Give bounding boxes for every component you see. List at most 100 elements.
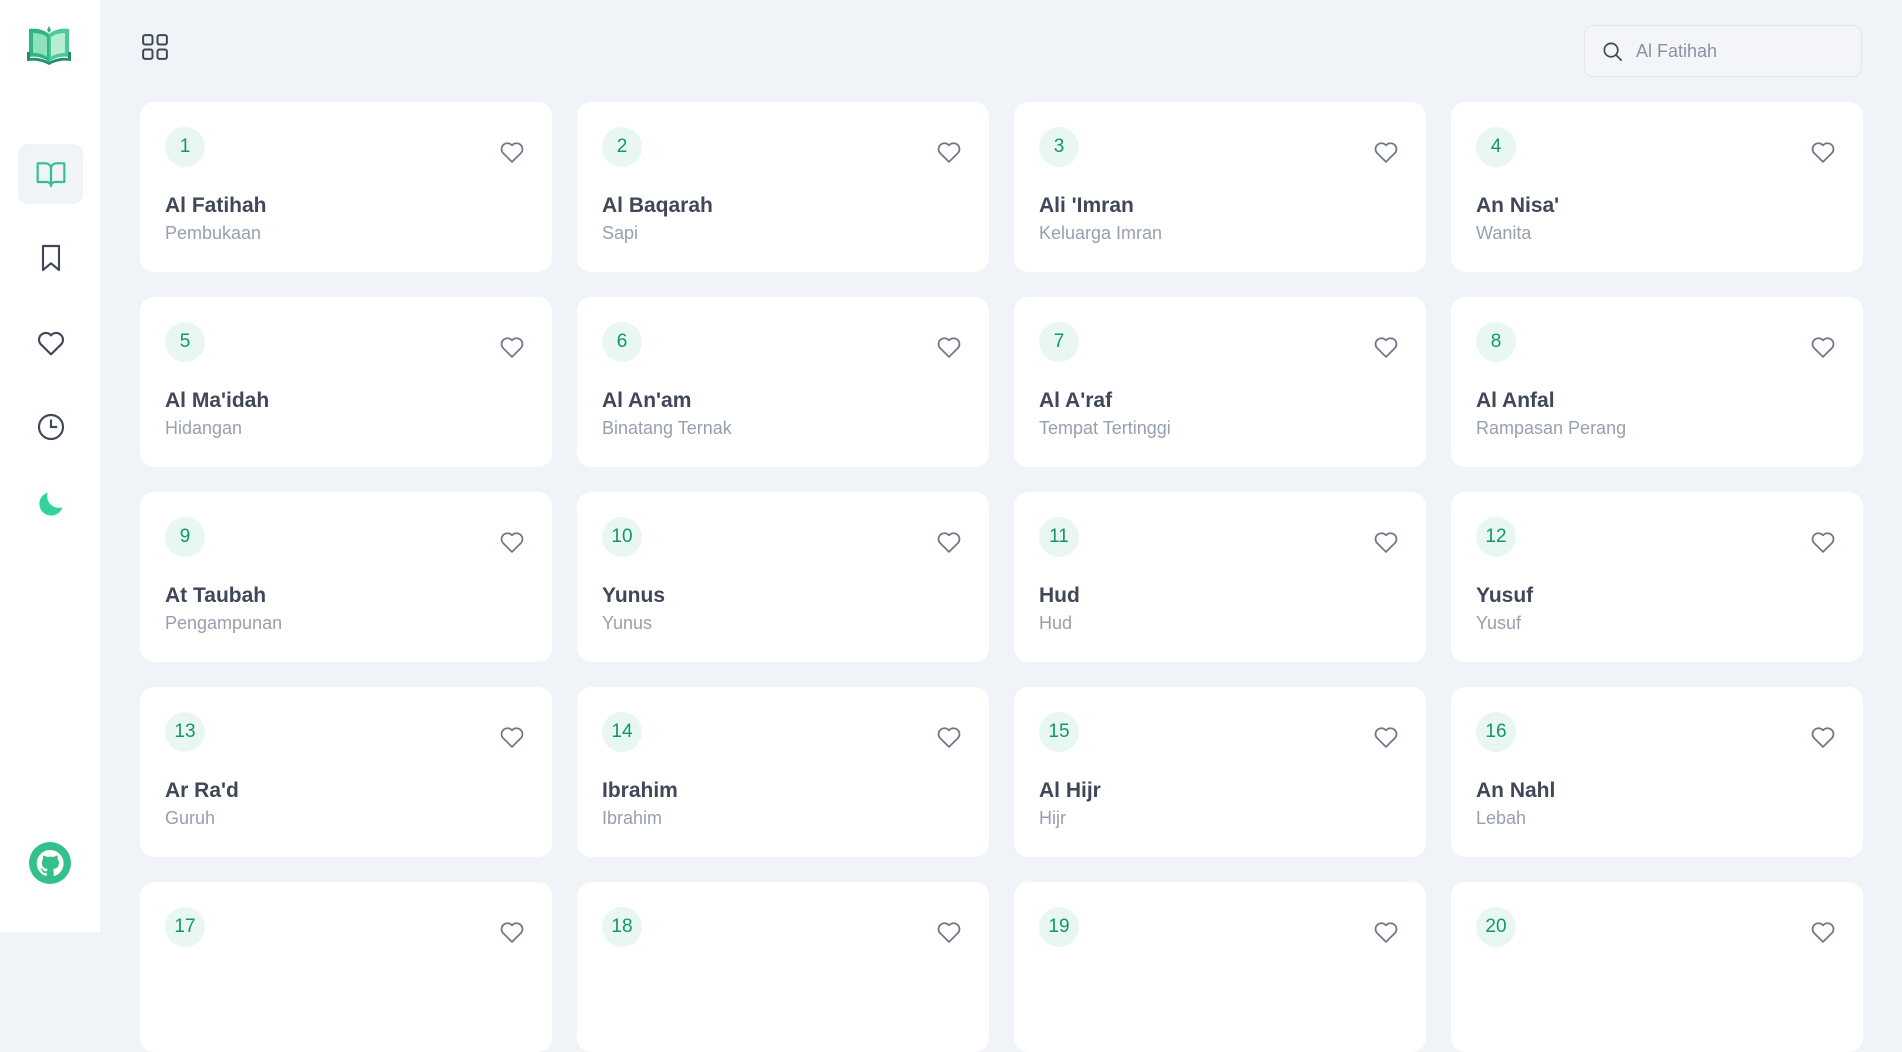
surah-number-badge: 20 bbox=[1476, 907, 1516, 947]
surah-number-badge: 19 bbox=[1039, 907, 1079, 947]
surah-number-badge: 11 bbox=[1039, 517, 1079, 557]
surah-card[interactable]: 13 Ar Ra'd Guruh bbox=[140, 687, 552, 857]
surah-name: Al An'am bbox=[602, 389, 692, 412]
moon-icon bbox=[38, 492, 62, 516]
favorite-heart-icon[interactable] bbox=[1809, 333, 1837, 361]
surah-card[interactable]: 14 Ibrahim Ibrahim bbox=[577, 687, 989, 857]
surah-meaning: Yunus bbox=[602, 613, 653, 633]
surah-card[interactable]: 16 An Nahl Lebah bbox=[1451, 687, 1863, 857]
favorite-heart-icon[interactable] bbox=[1372, 333, 1400, 361]
surah-name: Ar Ra'd bbox=[165, 779, 239, 802]
surah-card[interactable]: 10 Yunus Yunus bbox=[577, 492, 989, 662]
surah-number-badge: 7 bbox=[1039, 322, 1079, 362]
surah-card[interactable]: 11 Hud Hud bbox=[1014, 492, 1426, 662]
clock-icon bbox=[37, 413, 64, 441]
surah-meaning: Hud bbox=[1039, 613, 1073, 633]
surah-meaning: Wanita bbox=[1476, 223, 1532, 243]
nav-quran[interactable] bbox=[18, 144, 83, 204]
surah-name: Hud bbox=[1039, 584, 1080, 607]
surah-card[interactable]: 15 Al Hijr Hijr bbox=[1014, 687, 1426, 857]
github-icon[interactable] bbox=[29, 842, 71, 884]
quran-logo-icon[interactable] bbox=[27, 24, 71, 66]
favorite-heart-icon[interactable] bbox=[935, 333, 963, 361]
surah-name: Ibrahim bbox=[602, 779, 678, 802]
surah-card[interactable]: 4 An Nisa' Wanita bbox=[1451, 102, 1863, 272]
heart-icon bbox=[37, 331, 64, 356]
surah-card[interactable]: 8 Al Anfal Rampasan Perang bbox=[1451, 297, 1863, 467]
surah-name: Yusuf bbox=[1476, 584, 1534, 607]
surah-number-badge: 2 bbox=[602, 127, 642, 167]
surah-meaning: Tempat Tertinggi bbox=[1039, 418, 1171, 438]
surah-card[interactable]: 18 bbox=[577, 882, 989, 1052]
dark-mode-toggle[interactable] bbox=[18, 474, 83, 534]
favorite-heart-icon[interactable] bbox=[1372, 138, 1400, 166]
sidebar bbox=[0, 0, 100, 932]
favorite-heart-icon[interactable] bbox=[1372, 918, 1400, 946]
favorite-heart-icon[interactable] bbox=[498, 138, 526, 166]
favorite-heart-icon[interactable] bbox=[1809, 723, 1837, 751]
favorite-heart-icon[interactable] bbox=[498, 723, 526, 751]
favorite-heart-icon[interactable] bbox=[498, 918, 526, 946]
surah-card[interactable]: 6 Al An'am Binatang Ternak bbox=[577, 297, 989, 467]
surah-meaning: Yusuf bbox=[1476, 613, 1522, 633]
surah-card[interactable]: 17 bbox=[140, 882, 552, 1052]
surah-meaning: Ibrahim bbox=[602, 808, 663, 828]
favorite-heart-icon[interactable] bbox=[935, 918, 963, 946]
favorite-heart-icon[interactable] bbox=[935, 723, 963, 751]
surah-number-badge: 8 bbox=[1476, 322, 1516, 362]
favorite-heart-icon[interactable] bbox=[498, 528, 526, 556]
surah-meaning: Guruh bbox=[165, 808, 216, 828]
surah-name: At Taubah bbox=[165, 584, 267, 607]
surah-card[interactable]: 7 Al A'raf Tempat Tertinggi bbox=[1014, 297, 1426, 467]
surah-meaning: Pembukaan bbox=[165, 223, 262, 243]
surah-number-badge: 4 bbox=[1476, 127, 1516, 167]
surah-number-badge: 10 bbox=[602, 517, 642, 557]
surah-meaning: Keluarga Imran bbox=[1039, 223, 1163, 243]
surah-name: Al Baqarah bbox=[602, 194, 713, 217]
surah-meaning: Hijr bbox=[1039, 808, 1066, 828]
surah-card[interactable]: 9 At Taubah Pengampunan bbox=[140, 492, 552, 662]
surah-card[interactable]: 3 Ali 'Imran Keluarga Imran bbox=[1014, 102, 1426, 272]
surah-name: Al A'raf bbox=[1039, 389, 1113, 412]
surah-meaning: Hidangan bbox=[165, 418, 243, 438]
surah-number-badge: 6 bbox=[602, 322, 642, 362]
surah-number-badge: 15 bbox=[1039, 712, 1079, 752]
surah-number-badge: 18 bbox=[602, 907, 642, 947]
surah-number-badge: 14 bbox=[602, 712, 642, 752]
surah-card[interactable]: 5 Al Ma'idah Hidangan bbox=[140, 297, 552, 467]
favorite-heart-icon[interactable] bbox=[935, 528, 963, 556]
surah-name: An Nahl bbox=[1476, 779, 1556, 802]
favorite-heart-icon[interactable] bbox=[1809, 528, 1837, 556]
favorite-heart-icon[interactable] bbox=[1372, 528, 1400, 556]
surah-number-badge: 5 bbox=[165, 322, 205, 362]
bookmark-icon bbox=[41, 244, 60, 272]
surah-name: Al Ma'idah bbox=[165, 389, 270, 412]
favorite-heart-icon[interactable] bbox=[935, 138, 963, 166]
surah-number-badge: 1 bbox=[165, 127, 205, 167]
favorite-heart-icon[interactable] bbox=[498, 333, 526, 361]
surah-number-badge: 3 bbox=[1039, 127, 1079, 167]
favorite-heart-icon[interactable] bbox=[1809, 918, 1837, 946]
surah-name: Ali 'Imran bbox=[1039, 194, 1134, 217]
search-input[interactable] bbox=[1636, 40, 1846, 62]
surah-number-badge: 13 bbox=[165, 712, 205, 752]
surah-card[interactable]: 19 bbox=[1014, 882, 1426, 1052]
surah-number-badge: 17 bbox=[165, 907, 205, 947]
favorite-heart-icon[interactable] bbox=[1372, 723, 1400, 751]
grid-view-icon[interactable] bbox=[140, 32, 170, 62]
surah-number-badge: 16 bbox=[1476, 712, 1516, 752]
surah-number-badge: 9 bbox=[165, 517, 205, 557]
surah-name: Al Anfal bbox=[1476, 389, 1555, 412]
surah-name: Al Hijr bbox=[1039, 779, 1101, 802]
surah-grid: 1 Al Fatihah Pembukaan 2 Al Baqarah Sapi 3 Ali … bbox=[140, 102, 1863, 1052]
surah-card[interactable]: 12 Yusuf Yusuf bbox=[1451, 492, 1863, 662]
surah-meaning: Pengampunan bbox=[165, 613, 283, 633]
surah-card[interactable]: 1 Al Fatihah Pembukaan bbox=[140, 102, 552, 272]
favorite-heart-icon[interactable] bbox=[1809, 138, 1837, 166]
nav-bookmarks[interactable] bbox=[18, 228, 83, 288]
nav-history[interactable] bbox=[18, 397, 83, 457]
surah-meaning: Sapi bbox=[602, 223, 639, 243]
nav-favorites[interactable] bbox=[18, 313, 83, 373]
surah-card[interactable]: 2 Al Baqarah Sapi bbox=[577, 102, 989, 272]
surah-card[interactable]: 20 bbox=[1451, 882, 1863, 1052]
